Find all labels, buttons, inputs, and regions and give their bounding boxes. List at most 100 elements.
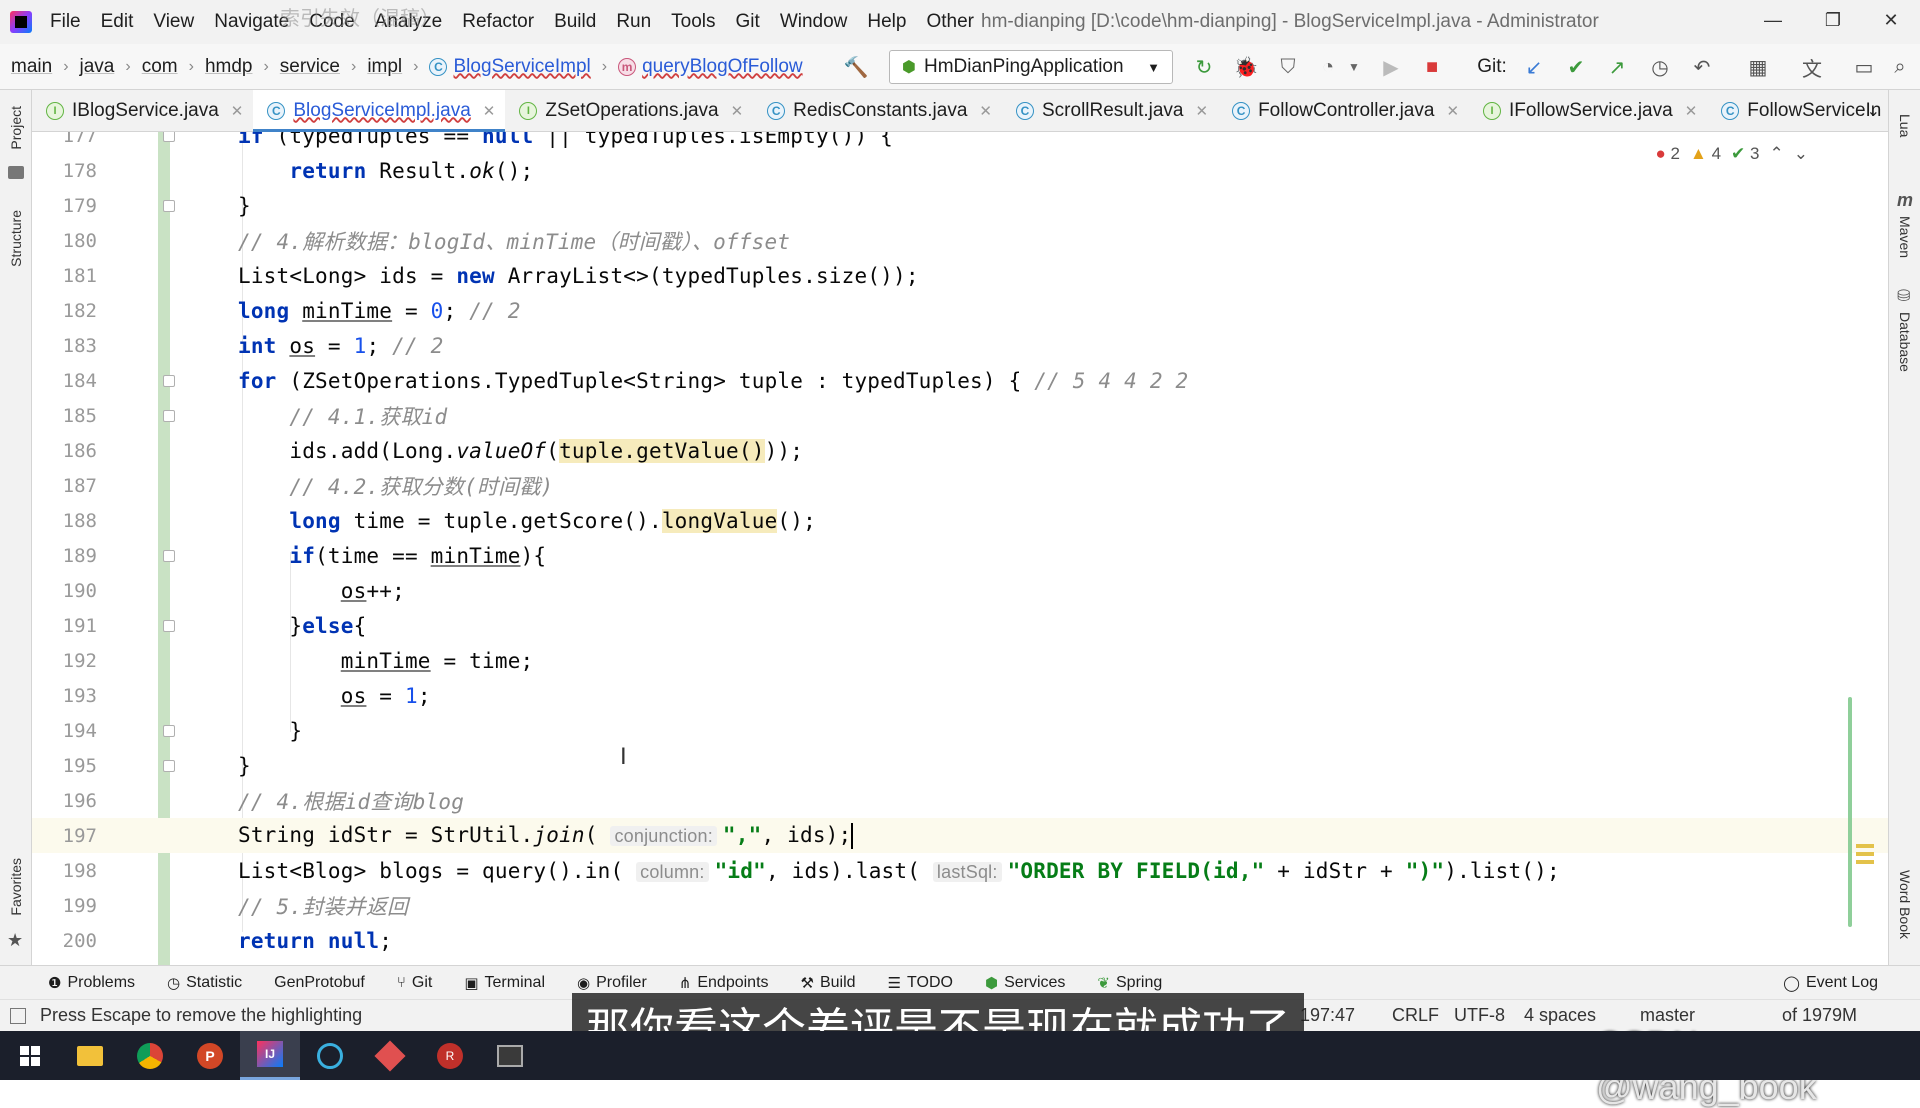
windows-start-icon[interactable]	[0, 1031, 60, 1080]
close-tab-icon[interactable]: ✕	[979, 102, 992, 120]
git-update-icon[interactable]: ↙	[1520, 53, 1548, 81]
intellij-idea-icon[interactable]: IJ	[240, 1031, 300, 1080]
restore-button[interactable]: ❐	[1808, 0, 1858, 40]
build-hammer-icon[interactable]: 🔨	[842, 53, 870, 81]
menu-help[interactable]: Help	[857, 11, 916, 33]
terminal-app-icon[interactable]	[480, 1031, 540, 1080]
fold-marker-icon[interactable]	[163, 619, 175, 632]
run-icon[interactable]: ▶	[1377, 53, 1405, 81]
close-tab-icon[interactable]: ✕	[1685, 102, 1698, 120]
coverage-icon[interactable]: ⛉	[1274, 53, 1302, 81]
file-explorer-icon[interactable]	[60, 1031, 120, 1080]
fold-marker-icon[interactable]	[163, 759, 175, 772]
git-commit-icon[interactable]: ✔	[1562, 53, 1590, 81]
search-icon[interactable]: ⌕	[1886, 53, 1914, 81]
profile-dropdown-icon[interactable]: ▼	[1340, 53, 1368, 81]
fold-marker-icon[interactable]	[163, 409, 175, 422]
close-window-button[interactable]: ✕	[1866, 0, 1916, 40]
word-book-tool-button[interactable]: Word Book	[1897, 870, 1913, 939]
stop-icon[interactable]: ■	[1418, 53, 1446, 81]
menu-window[interactable]: Window	[770, 11, 858, 33]
breadcrumb-java[interactable]: java ›	[69, 56, 131, 78]
menu-git[interactable]: Git	[726, 11, 770, 33]
git-tool-button[interactable]: ⑂ Git	[397, 974, 432, 992]
menu-other[interactable]: Other	[916, 11, 984, 33]
git-branch[interactable]: master	[1640, 1005, 1695, 1026]
fold-marker-icon[interactable]	[163, 549, 175, 562]
editor-scrollbar[interactable]	[1848, 697, 1852, 927]
powerpoint-icon[interactable]: P	[180, 1031, 240, 1080]
event-log-tool-button[interactable]: ◯ Event Log	[1783, 974, 1878, 992]
minimize-button[interactable]: —	[1748, 0, 1798, 40]
project-structure-icon[interactable]: ▦	[1744, 53, 1772, 81]
menu-refactor[interactable]: Refactor	[452, 11, 544, 33]
redis-desktop-icon[interactable]: R	[420, 1031, 480, 1080]
menu-run[interactable]: Run	[606, 11, 661, 33]
translate-icon[interactable]: 文	[1798, 53, 1826, 81]
breadcrumb-class[interactable]: C BlogServiceImpl ›	[418, 56, 607, 78]
menu-file[interactable]: File	[50, 11, 91, 33]
tab-blogserviceimpl[interactable]: C BlogServiceImpl.java ✕	[253, 89, 506, 133]
tab-followserviceimpl[interactable]: C FollowServiceIn	[1707, 90, 1891, 132]
close-tab-icon[interactable]: ✕	[731, 102, 744, 120]
tab-iblogservice[interactable]: I IBlogService.java ✕	[32, 90, 253, 132]
breadcrumb-hmdp[interactable]: hmdp ›	[194, 56, 269, 78]
menu-tools[interactable]: Tools	[661, 11, 725, 33]
spring-tool-button[interactable]: ❦ Spring	[1097, 974, 1162, 992]
menu-view[interactable]: View	[143, 11, 204, 33]
rerun-icon[interactable]: ↻	[1190, 53, 1218, 81]
code-editor[interactable]: ● 2 ▲ 4 ✔ 3 ⌃ ⌄ 177 if (typedTuples == n…	[32, 132, 1888, 965]
file-encoding[interactable]: UTF-8	[1454, 1005, 1505, 1026]
profiler-tool-button[interactable]: ◉ Profiler	[577, 974, 647, 992]
tab-redisconstants[interactable]: C RedisConstants.java ✕	[753, 90, 1002, 132]
breadcrumb-com[interactable]: com ›	[131, 56, 194, 78]
fold-marker-icon[interactable]	[163, 374, 175, 387]
close-tab-icon[interactable]: ✕	[1446, 102, 1459, 120]
services-tool-button[interactable]: ⬢ Services	[985, 974, 1065, 992]
endpoints-tool-button[interactable]: ⋔ Endpoints	[679, 974, 769, 992]
memory-indicator[interactable]: of 1979M	[1782, 1005, 1857, 1026]
status-toggle-icon[interactable]	[10, 1007, 26, 1024]
indent-setting[interactable]: 4 spaces	[1524, 1005, 1596, 1026]
app-icon[interactable]	[360, 1031, 420, 1080]
maven-tool-button[interactable]: Maven	[1897, 216, 1913, 258]
menu-analyze[interactable]: Analyze	[365, 11, 453, 33]
structure-tool-button[interactable]: Structure	[8, 210, 24, 267]
lua-tool-button[interactable]: Lua	[1897, 114, 1913, 137]
menu-navigate[interactable]: Navigate	[204, 11, 299, 33]
history-icon[interactable]: ◷	[1646, 53, 1674, 81]
database-tool-button[interactable]: Database	[1897, 312, 1913, 372]
close-tab-icon[interactable]: ✕	[231, 102, 244, 120]
tab-scrollresult[interactable]: C ScrollResult.java ✕	[1002, 90, 1218, 132]
favorites-tool-button[interactable]: Favorites	[8, 858, 24, 916]
breadcrumb-service[interactable]: service ›	[269, 56, 357, 78]
tab-ifollowservice[interactable]: I IFollowService.java ✕	[1469, 90, 1707, 132]
breadcrumb-impl[interactable]: impl ›	[356, 56, 418, 78]
build-tool-button[interactable]: ⚒ Build	[801, 974, 856, 992]
presentation-icon[interactable]: ▭	[1850, 53, 1878, 81]
menu-build[interactable]: Build	[544, 11, 606, 33]
genprotobuf-tool-button[interactable]: GenProtobuf	[274, 974, 365, 992]
chrome-icon[interactable]	[120, 1031, 180, 1080]
fold-marker-icon[interactable]	[163, 724, 175, 737]
menu-edit[interactable]: Edit	[91, 11, 144, 33]
fold-marker-icon[interactable]	[163, 199, 175, 212]
run-configuration-select[interactable]: ⬢ HmDianPingApplication ▼	[889, 50, 1173, 84]
close-tab-icon[interactable]: ✕	[1196, 102, 1209, 120]
statistic-tool-button[interactable]: ◷ Statistic	[167, 974, 242, 992]
breadcrumb-main[interactable]: main ›	[0, 56, 69, 78]
close-tab-icon[interactable]: ✕	[483, 102, 496, 120]
line-separator[interactable]: CRLF	[1392, 1005, 1439, 1026]
project-tool-button[interactable]: Project	[8, 106, 24, 150]
todo-tool-button[interactable]: ☰ TODO	[888, 974, 953, 992]
debug-icon[interactable]: 🐞	[1232, 53, 1260, 81]
browser-icon[interactable]	[300, 1031, 360, 1080]
fold-marker-icon[interactable]	[163, 132, 175, 142]
tab-zsetoperations[interactable]: I ZSetOperations.java ✕	[505, 90, 753, 132]
profile-icon[interactable]: ◔	[1314, 53, 1342, 81]
terminal-tool-button[interactable]: ▣ Terminal	[464, 974, 545, 992]
rollback-icon[interactable]: ↶	[1688, 53, 1716, 81]
caret-position[interactable]: 197:47	[1300, 1005, 1355, 1026]
menu-code[interactable]: Code	[299, 11, 364, 33]
tab-followcontroller[interactable]: C FollowController.java ✕	[1218, 90, 1469, 132]
